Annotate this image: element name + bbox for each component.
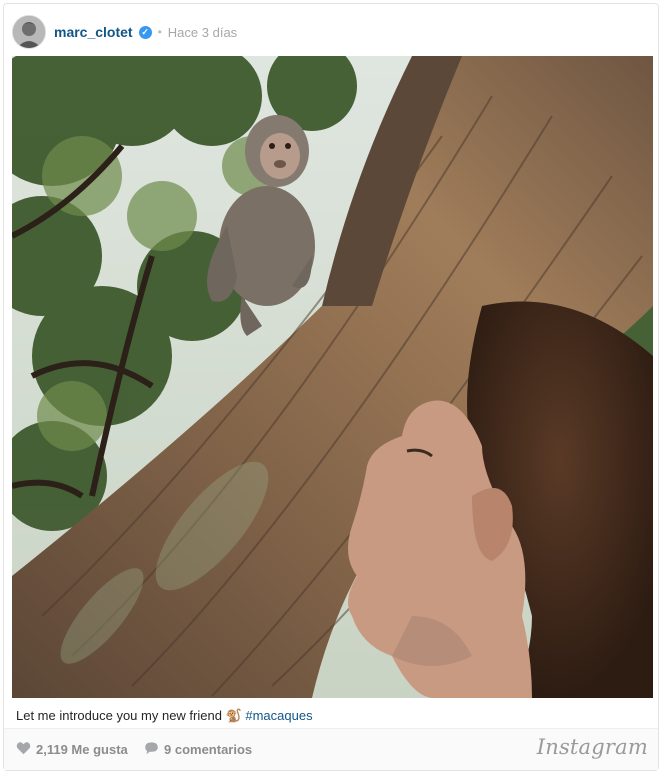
verified-badge-icon: ✓ xyxy=(138,25,152,39)
instagram-logo[interactable]: Instagram xyxy=(537,735,648,759)
comment-bubble-icon xyxy=(144,741,159,758)
caption-text: Let me introduce you my new friend xyxy=(16,708,222,723)
instagram-embed-card: marc_clotet ✓ • Hace 3 días Let me intro… xyxy=(3,3,659,771)
likes-label: 2,119 Me gusta xyxy=(36,742,128,757)
likes-count[interactable]: 2,119 Me gusta xyxy=(16,741,128,758)
separator-dot: • xyxy=(157,25,162,39)
comments-count[interactable]: 9 comentarios xyxy=(144,741,252,758)
monkey-emoji-icon: 🐒 xyxy=(225,708,242,723)
post-photo-image xyxy=(12,56,653,698)
post-caption: Let me introduce you my new friend 🐒 #ma… xyxy=(16,708,313,724)
heart-icon xyxy=(16,741,31,758)
hashtag-link[interactable]: #macaques xyxy=(245,708,312,723)
comments-label: 9 comentarios xyxy=(164,742,253,757)
post-photo[interactable] xyxy=(12,56,653,698)
post-time[interactable]: Hace 3 días xyxy=(168,25,237,40)
post-header: marc_clotet ✓ • Hace 3 días xyxy=(12,14,237,50)
post-footer: 2,119 Me gusta 9 comentarios Instagram xyxy=(4,728,658,770)
username-link[interactable]: marc_clotet xyxy=(54,24,133,40)
avatar[interactable] xyxy=(12,15,46,49)
